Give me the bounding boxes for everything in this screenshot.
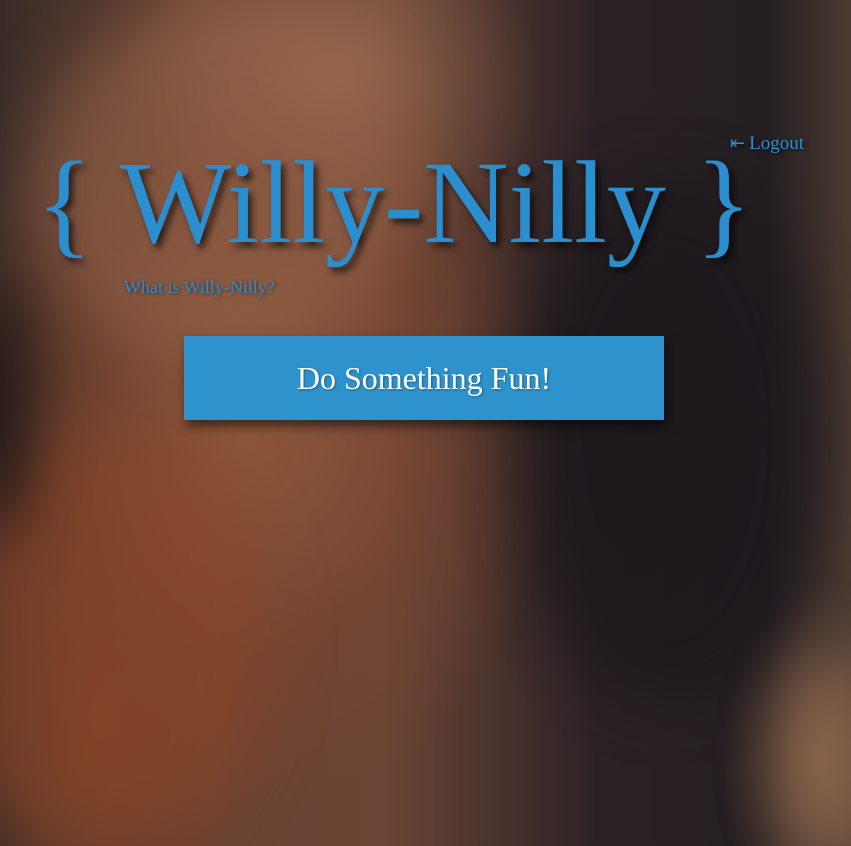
title-brace-open: {	[36, 137, 93, 268]
background-blob	[0, 420, 270, 846]
background-photo	[0, 0, 851, 846]
do-something-fun-button[interactable]: Do Something Fun!	[184, 336, 664, 420]
background-blob	[780, 660, 851, 846]
about-link[interactable]: What is Willy-Nilly?	[124, 277, 275, 298]
title-brace-close: }	[695, 137, 753, 268]
title-text: Willy-Nilly	[120, 137, 666, 268]
site-title: { Willy-Nilly }	[36, 128, 816, 278]
